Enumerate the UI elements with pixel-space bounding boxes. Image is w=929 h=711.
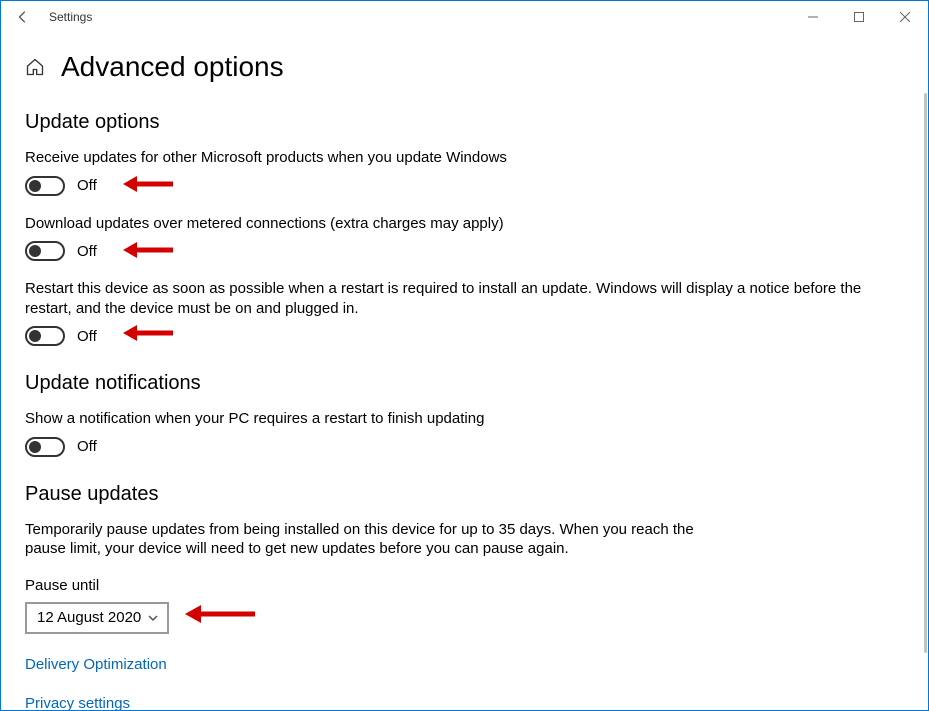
link-privacy-settings[interactable]: Privacy settings [25, 695, 904, 711]
option-metered-connections: Download updates over metered connection… [25, 214, 904, 262]
option-restart-asap: Restart this device as soon as possible … [25, 279, 904, 346]
maximize-icon [854, 12, 864, 22]
option-desc: Download updates over metered connection… [25, 214, 904, 234]
pause-updates-block: Temporarily pause updates from being ins… [25, 520, 904, 634]
toggle-restart-asap[interactable] [25, 326, 65, 346]
close-icon [900, 12, 910, 22]
pause-until-dropdown[interactable]: 12 August 2020 [25, 602, 169, 634]
option-receive-updates-other-products: Receive updates for other Microsoft prod… [25, 148, 904, 196]
page-header: Advanced options [25, 51, 904, 83]
annotation-arrow-icon [185, 602, 255, 626]
section-update-notifications-title: Update notifications [25, 372, 904, 395]
pause-until-value: 12 August 2020 [37, 609, 141, 626]
section-update-options-title: Update options [25, 111, 904, 134]
minimize-icon [808, 12, 818, 22]
maximize-button[interactable] [836, 1, 882, 33]
pause-updates-desc: Temporarily pause updates from being ins… [25, 520, 725, 559]
back-arrow-icon [16, 10, 30, 24]
pause-until-label: Pause until [25, 577, 904, 594]
option-desc: Restart this device as soon as possible … [25, 279, 904, 318]
chevron-down-icon [147, 612, 159, 624]
settings-window: Settings Advanced options Update options… [0, 0, 929, 711]
toggle-state-label: Off [77, 243, 97, 260]
minimize-button[interactable] [790, 1, 836, 33]
title-bar: Settings [1, 1, 928, 33]
window-title: Settings [49, 10, 92, 24]
section-pause-updates-title: Pause updates [25, 483, 904, 506]
toggle-restart-notification[interactable] [25, 437, 65, 457]
option-desc: Show a notification when your PC require… [25, 409, 904, 429]
scrollbar[interactable] [921, 33, 927, 673]
home-icon[interactable] [25, 57, 45, 77]
close-button[interactable] [882, 1, 928, 33]
link-delivery-optimization[interactable]: Delivery Optimization [25, 656, 904, 673]
toggle-state-label: Off [77, 438, 97, 455]
option-restart-notification: Show a notification when your PC require… [25, 409, 904, 457]
toggle-receive-updates[interactable] [25, 176, 65, 196]
toggle-metered-connections[interactable] [25, 241, 65, 261]
toggle-state-label: Off [77, 177, 97, 194]
option-desc: Receive updates for other Microsoft prod… [25, 148, 904, 168]
window-controls [790, 1, 928, 33]
page-title: Advanced options [61, 51, 284, 83]
back-button[interactable] [11, 5, 35, 29]
scrollbar-thumb[interactable] [924, 93, 927, 653]
content-area: Advanced options Update options Receive … [1, 33, 928, 710]
toggle-state-label: Off [77, 328, 97, 345]
